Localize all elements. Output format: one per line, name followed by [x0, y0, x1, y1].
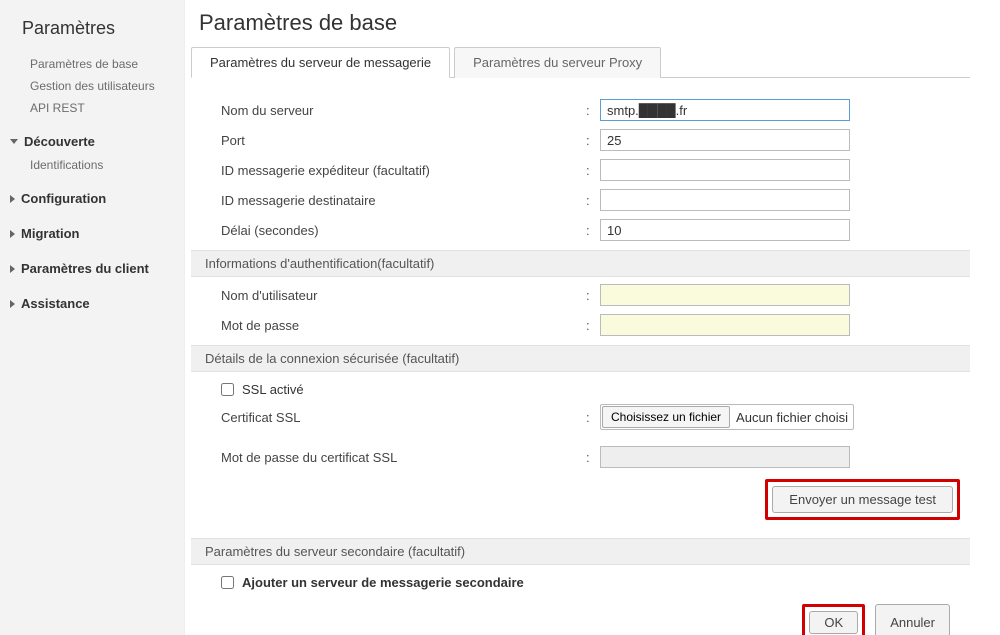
highlight-test-button: Envoyer un message test	[765, 479, 960, 520]
ssl-cert-password-label: Mot de passe du certificat SSL	[221, 450, 586, 465]
ssl-enabled-label: SSL activé	[242, 382, 304, 397]
tab-proxy-server[interactable]: Paramètres du serveur Proxy	[454, 47, 661, 78]
send-test-button[interactable]: Envoyer un message test	[772, 486, 953, 513]
sidebar-item-basic-settings[interactable]: Paramètres de base	[8, 53, 178, 75]
password-label: Mot de passe	[221, 318, 586, 333]
recipient-id-label: ID messagerie destinataire	[221, 193, 586, 208]
password-input[interactable]	[600, 314, 850, 336]
ssl-cert-password-input[interactable]	[600, 446, 850, 468]
sender-id-label: ID messagerie expéditeur (facultatif)	[221, 163, 586, 178]
tab-mail-server[interactable]: Paramètres du serveur de messagerie	[191, 47, 450, 78]
username-input[interactable]	[600, 284, 850, 306]
sidebar-title: Paramètres	[8, 18, 178, 53]
cancel-button[interactable]: Annuler	[875, 604, 950, 635]
main-content: Paramètres de base Paramètres du serveur…	[185, 0, 1000, 635]
tls-section-header: Détails de la connexion sécurisée (facul…	[191, 345, 970, 372]
choose-file-button[interactable]: Choisissez un fichier	[602, 406, 730, 428]
file-chosen-status: Aucun fichier choisi	[736, 410, 848, 425]
page-title: Paramètres de base	[199, 10, 970, 36]
tabs: Paramètres du serveur de messagerie Para…	[191, 46, 970, 78]
ssl-cert-label: Certificat SSL	[221, 410, 586, 425]
ok-button[interactable]: OK	[809, 611, 858, 634]
delay-input[interactable]	[600, 219, 850, 241]
sidebar-group-discovery[interactable]: Découverte	[8, 129, 178, 154]
sidebar-group-migration[interactable]: Migration	[8, 221, 178, 246]
sidebar-group-configuration[interactable]: Configuration	[8, 186, 178, 211]
secondary-section-header: Paramètres du serveur secondaire (facult…	[191, 538, 970, 565]
server-name-input[interactable]	[600, 99, 850, 121]
sender-id-input[interactable]	[600, 159, 850, 181]
auth-section-header: Informations d'authentification(facultat…	[191, 250, 970, 277]
sidebar-group-client-settings[interactable]: Paramètres du client	[8, 256, 178, 281]
delay-label: Délai (secondes)	[221, 223, 586, 238]
ssl-enabled-checkbox[interactable]	[221, 383, 234, 396]
secondary-server-label: Ajouter un serveur de messagerie seconda…	[242, 575, 524, 590]
sidebar-item-api-rest[interactable]: API REST	[8, 97, 178, 119]
recipient-id-input[interactable]	[600, 189, 850, 211]
sidebar-group-assistance[interactable]: Assistance	[8, 291, 178, 316]
username-label: Nom d'utilisateur	[221, 288, 586, 303]
settings-sidebar: Paramètres Paramètres de base Gestion de…	[0, 0, 185, 635]
sidebar-item-user-management[interactable]: Gestion des utilisateurs	[8, 75, 178, 97]
port-input[interactable]	[600, 129, 850, 151]
server-name-label: Nom du serveur	[221, 103, 586, 118]
secondary-server-checkbox[interactable]	[221, 576, 234, 589]
sidebar-item-identifications[interactable]: Identifications	[8, 154, 178, 176]
port-label: Port	[221, 133, 586, 148]
highlight-ok-button: OK	[802, 604, 865, 635]
